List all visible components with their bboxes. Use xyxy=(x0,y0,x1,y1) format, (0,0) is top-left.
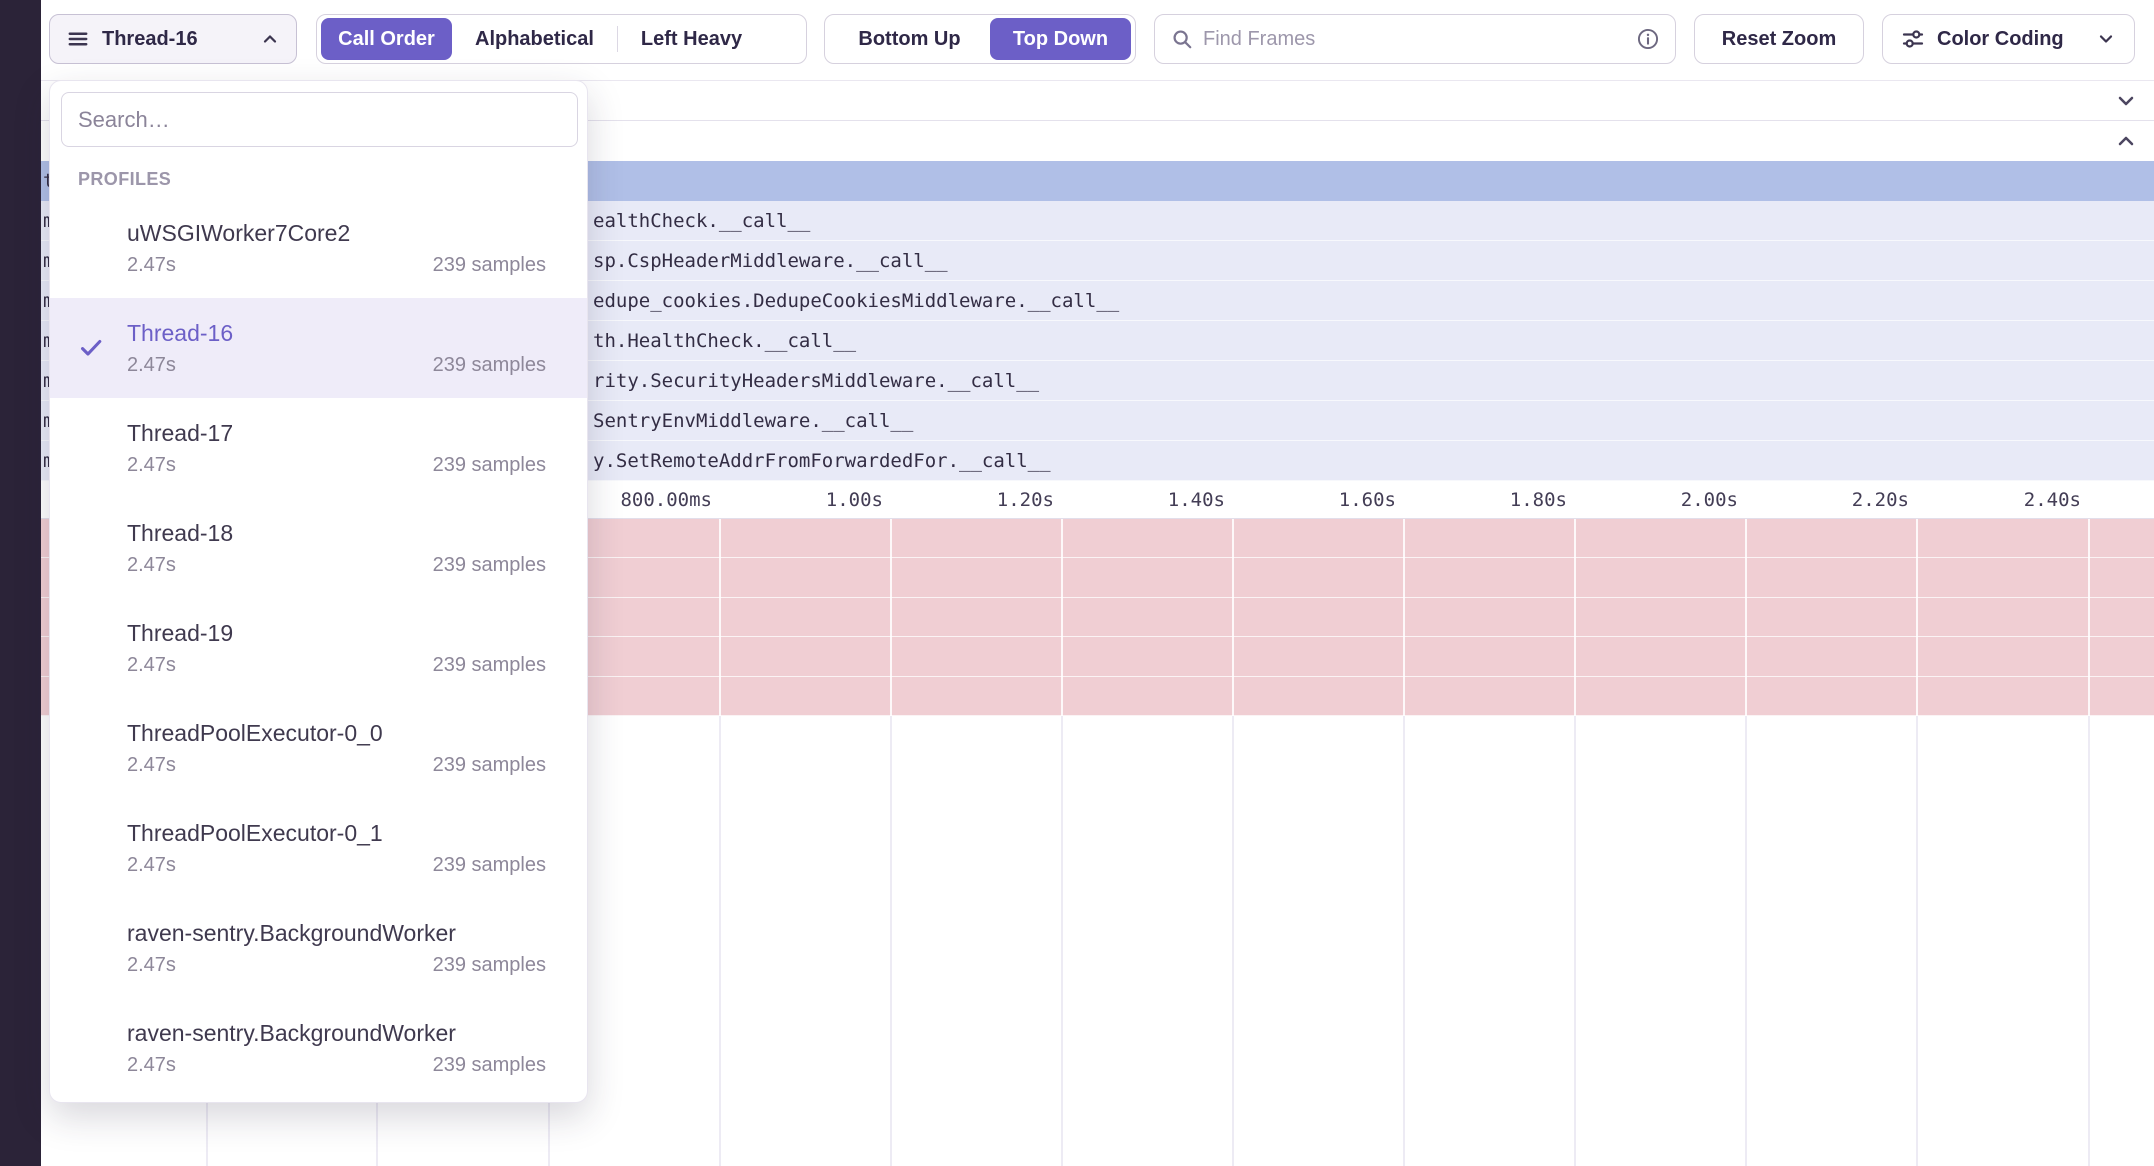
direction-segmented-control: Bottom Up Top Down xyxy=(824,14,1136,64)
profile-option[interactable]: Thread-19 2.47s 239 samples xyxy=(50,598,587,698)
profile-samples: 239 samples xyxy=(433,954,546,977)
axis-tick-label: 1.20s xyxy=(997,489,1054,511)
profile-samples: 239 samples xyxy=(433,854,546,877)
profile-name: raven-sentry.BackgroundWorker xyxy=(127,1020,546,1047)
frame-text: edupe_cookies.DedupeCookiesMiddleware.__… xyxy=(593,290,1119,312)
profile-samples: 239 samples xyxy=(433,654,546,677)
profile-samples: 239 samples xyxy=(433,354,546,377)
color-coding-button[interactable]: Color Coding xyxy=(1882,14,2135,64)
profile-duration: 2.47s xyxy=(127,754,176,777)
gridline xyxy=(1574,519,1576,716)
gridline xyxy=(719,519,721,716)
gridline xyxy=(1745,519,1747,716)
profile-duration: 2.47s xyxy=(127,1054,176,1077)
frame-text: SentryEnvMiddleware.__call__ xyxy=(593,410,913,432)
axis-tick-label: 2.20s xyxy=(1852,489,1909,511)
collapse-panel-chevron-up-icon[interactable] xyxy=(2114,129,2138,153)
thread-selector-button[interactable]: Thread-16 xyxy=(49,14,297,64)
axis-tick-label: 1.80s xyxy=(1510,489,1567,511)
gridline xyxy=(1232,519,1234,716)
frame-text: y.SetRemoteAddrFromForwardedFor.__call__ xyxy=(593,450,1051,472)
profile-samples: 239 samples xyxy=(433,1054,546,1077)
chevron-up-icon xyxy=(260,29,280,49)
profiler-app: { "toolbar": { "thread_selector": { "lab… xyxy=(0,0,2154,1166)
profile-option[interactable]: ThreadPoolExecutor-0_1 2.47s 239 samples xyxy=(50,798,587,898)
sliders-icon xyxy=(1901,27,1925,51)
thread-selector-label: Thread-16 xyxy=(102,28,248,51)
gridline xyxy=(1061,519,1063,716)
profile-option-selected[interactable]: Thread-16 2.47s 239 samples xyxy=(50,298,587,398)
sort-order-segmented-control: Call Order Alphabetical Left Heavy xyxy=(316,14,807,64)
profile-option[interactable]: ThreadPoolExecutor-0_0 2.47s 239 samples xyxy=(50,698,587,798)
gridline xyxy=(890,716,892,1166)
color-coding-label: Color Coding xyxy=(1937,28,2064,51)
gridline xyxy=(1916,519,1918,716)
find-frames-search xyxy=(1154,14,1676,64)
profile-duration: 2.47s xyxy=(127,454,176,477)
expand-panel-chevron-down-icon[interactable] xyxy=(2114,89,2138,113)
profile-duration: 2.47s xyxy=(127,954,176,977)
check-icon xyxy=(78,335,127,361)
axis-tick-label: 800.00ms xyxy=(620,489,712,511)
gridline xyxy=(1403,716,1405,1166)
profile-option[interactable]: raven-sentry.BackgroundWorker 2.47s 239 … xyxy=(50,898,587,998)
axis-tick-label: 1.40s xyxy=(1168,489,1225,511)
profile-name: Thread-18 xyxy=(127,520,546,547)
gridline xyxy=(1232,716,1234,1166)
gridline xyxy=(719,716,721,1166)
profile-duration: 2.47s xyxy=(127,354,176,377)
profile-option[interactable]: uWSGIWorker7Core2 2.47s 239 samples xyxy=(50,198,587,298)
profiles-section-label: PROFILES xyxy=(78,169,587,190)
axis-tick-label: 1.00s xyxy=(826,489,883,511)
direction-bottom-up-button[interactable]: Bottom Up xyxy=(829,15,990,63)
profile-samples: 239 samples xyxy=(433,554,546,577)
sort-alphabetical-button[interactable]: Alphabetical xyxy=(452,15,617,63)
direction-top-down-button[interactable]: Top Down xyxy=(990,18,1131,60)
axis-tick-label: 2.40s xyxy=(2024,489,2081,511)
frame-text: ealthCheck.__call__ xyxy=(593,210,810,232)
gridline xyxy=(2088,716,2090,1166)
profile-duration: 2.47s xyxy=(127,554,176,577)
app-sidebar-strip xyxy=(0,0,41,1166)
search-icon xyxy=(1171,28,1193,50)
profile-name: Thread-17 xyxy=(127,420,546,447)
profile-option[interactable]: Thread-17 2.47s 239 samples xyxy=(50,398,587,498)
gridline xyxy=(1403,519,1405,716)
sort-left-heavy-button[interactable]: Left Heavy xyxy=(618,15,765,63)
list-icon xyxy=(66,27,90,51)
reset-zoom-button[interactable]: Reset Zoom xyxy=(1694,14,1864,64)
sort-call-order-button[interactable]: Call Order xyxy=(321,18,452,60)
dropdown-search-input[interactable] xyxy=(61,92,578,147)
profile-name: Thread-16 xyxy=(127,320,546,347)
info-icon[interactable] xyxy=(1637,28,1659,50)
profile-name: ThreadPoolExecutor-0_0 xyxy=(127,720,546,747)
axis-tick-label: 1.60s xyxy=(1339,489,1396,511)
find-frames-input[interactable] xyxy=(1203,28,1627,51)
thread-dropdown-panel: PROFILES uWSGIWorker7Core2 2.47s 239 sam… xyxy=(49,80,588,1103)
profile-option[interactable]: Thread-18 2.47s 239 samples xyxy=(50,498,587,598)
gridline xyxy=(1061,716,1063,1166)
profile-duration: 2.47s xyxy=(127,854,176,877)
frame-text: sp.CspHeaderMiddleware.__call__ xyxy=(593,250,948,272)
gridline xyxy=(1745,716,1747,1166)
gridline xyxy=(2088,519,2090,716)
profile-name: uWSGIWorker7Core2 xyxy=(127,220,546,247)
profile-samples: 239 samples xyxy=(433,454,546,477)
profile-option[interactable]: raven-sentry.BackgroundWorker 2.47s 239 … xyxy=(50,998,587,1098)
profile-name: Thread-19 xyxy=(127,620,546,647)
profile-duration: 2.47s xyxy=(127,254,176,277)
frame-text: rity.SecurityHeadersMiddleware.__call__ xyxy=(593,370,1039,392)
profile-duration: 2.47s xyxy=(127,654,176,677)
gridline xyxy=(1574,716,1576,1166)
chevron-down-icon xyxy=(2096,29,2116,49)
axis-tick-label: 2.00s xyxy=(1681,489,1738,511)
gridline xyxy=(1916,716,1918,1166)
profile-samples: 239 samples xyxy=(433,254,546,277)
profile-name: ThreadPoolExecutor-0_1 xyxy=(127,820,546,847)
frame-text: th.HealthCheck.__call__ xyxy=(593,330,856,352)
profile-name: raven-sentry.BackgroundWorker xyxy=(127,920,546,947)
profile-samples: 239 samples xyxy=(433,754,546,777)
gridline xyxy=(890,519,892,716)
